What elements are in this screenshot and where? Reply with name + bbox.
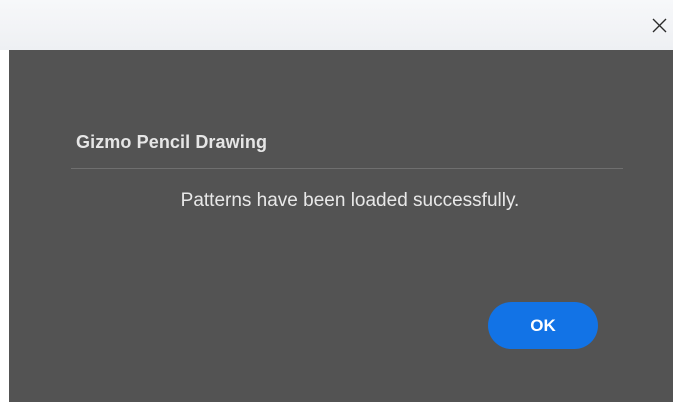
dialog-title: Gizmo Pencil Drawing bbox=[76, 132, 268, 152]
dialog-panel bbox=[9, 50, 673, 402]
close-button[interactable] bbox=[645, 10, 673, 40]
dialog-message: Patterns have been loaded successfully. bbox=[180, 190, 520, 211]
window-bottom-edge bbox=[0, 402, 673, 406]
alert-window: Gizmo Pencil Drawing Patterns have been … bbox=[0, 0, 673, 406]
title-bar bbox=[0, 0, 673, 50]
close-icon bbox=[652, 18, 666, 32]
title-divider bbox=[71, 168, 623, 169]
ok-button[interactable]: OK bbox=[488, 302, 598, 349]
